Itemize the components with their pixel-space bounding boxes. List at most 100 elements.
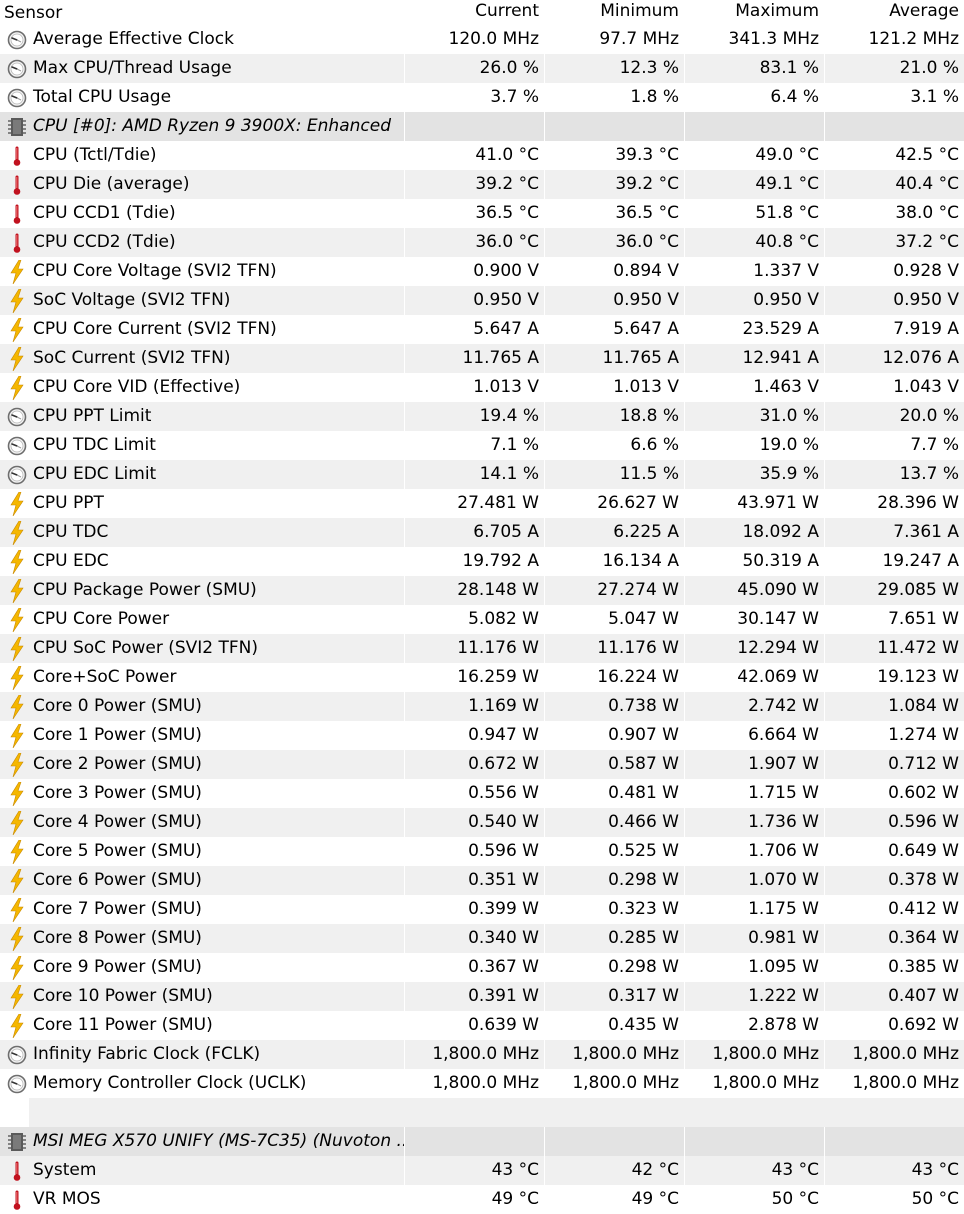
sensor-row[interactable]: Core 1 Power (SMU) 0.947 W 0.907 W 6.664 W 1…	[0, 721, 964, 750]
sensor-group-label: MSI MEG X570 UNIFY (MS-7C35) (Nuvoton ..…	[33, 1131, 405, 1151]
sensor-minimum-value: 11.765 A	[545, 344, 685, 373]
sensor-minimum-value: 39.3 °C	[545, 141, 685, 170]
column-header-minimum[interactable]: Minimum	[545, 0, 685, 25]
sensor-current-value: 11.765 A	[405, 344, 545, 373]
sensor-average-value: 1,800.0 MHz	[825, 1040, 964, 1069]
sensor-row[interactable]: Core 11 Power (SMU) 0.639 W 0.435 W 2.878 W…	[0, 1011, 964, 1040]
sensor-row[interactable]: CPU Core Current (SVI2 TFN) 5.647 A 5.647 …	[0, 315, 964, 344]
sensor-group-label: CPU [#0]: AMD Ryzen 9 3900X: Enhanced	[33, 116, 391, 136]
sensor-row[interactable]: Average Effective Clock 120.0 MHz 97.7 MHz…	[0, 25, 964, 54]
sensor-row[interactable]: CPU TDC 6.705 A 6.225 A 18.092 A 7.361 A	[0, 518, 964, 547]
sensor-row[interactable]: CPU PPT 27.481 W 26.627 W 43.971 W 28.396 W	[0, 489, 964, 518]
sensor-row[interactable]: Total CPU Usage 3.7 % 1.8 % 6.4 % 3.1 %	[0, 83, 964, 112]
sensor-row[interactable]: CPU CCD2 (Tdie) 36.0 °C 36.0 °C 40.8 °C 37.2…	[0, 228, 964, 257]
sensor-row[interactable]: CPU EDC 19.792 A 16.134 A 50.319 A 19.247 A	[0, 547, 964, 576]
sensor-current-value: 0.367 W	[405, 953, 545, 982]
column-header-maximum[interactable]: Maximum	[685, 0, 825, 25]
sensor-row[interactable]: Max CPU/Thread Usage 26.0 % 12.3 % 83.1 % 21…	[0, 54, 964, 83]
sensor-maximum-value: 40.8 °C	[685, 228, 825, 257]
sensor-name-cell: VR MOS	[0, 1185, 405, 1214]
sensor-row[interactable]: Core 8 Power (SMU) 0.340 W 0.285 W 0.981 W0…	[0, 924, 964, 953]
sensor-maximum-value: 23.529 A	[685, 315, 825, 344]
sensor-row[interactable]: Infinity Fabric Clock (FCLK) 1,800.0 MHz 1…	[0, 1040, 964, 1069]
column-header-row: Sensor Current Minimum Maximum Average	[0, 0, 964, 25]
sensor-name-cell: CPU EDC	[0, 547, 405, 576]
sensor-maximum-value: 12.941 A	[685, 344, 825, 373]
bolt-icon	[6, 288, 28, 313]
sensor-average-value: 0.692 W	[888, 1015, 959, 1035]
sensor-maximum-value: 1.463 V	[685, 373, 825, 402]
sensor-minimum-value: 26.627 W	[545, 489, 685, 518]
sensor-name: Core 4 Power (SMU)	[33, 812, 202, 832]
sensor-name-cell: SoC Current (SVI2 TFN)	[0, 344, 405, 373]
sensor-row[interactable]: Core 4 Power (SMU) 0.540 W 0.466 W 1.736 W0…	[0, 808, 964, 837]
column-header-current[interactable]: Current	[405, 0, 545, 25]
sensor-group-row[interactable]: MSI MEG X570 UNIFY (MS-7C35) (Nuvoton ..…	[0, 1127, 964, 1156]
bolt-icon	[6, 694, 28, 719]
sensor-minimum-value: 36.0 °C	[545, 228, 685, 257]
sensor-average-value: 1.274 W	[888, 725, 959, 745]
sensor-row[interactable]: CPU PPT Limit 19.4 % 18.8 % 31.0 % 20.0 %	[0, 402, 964, 431]
sensor-maximum-value: 30.147 W	[685, 605, 825, 634]
sensor-current-value: 36.0 °C	[405, 228, 545, 257]
sensor-row[interactable]: CPU Die (average) 39.2 °C 39.2 °C 49.1 °C 40…	[0, 170, 964, 199]
sensor-row[interactable]: Core 5 Power (SMU) 0.596 W 0.525 W 1.706 W 0…	[0, 837, 964, 866]
sensor-row[interactable]: CPU Package Power (SMU) 28.148 W 27.274 W4…	[0, 576, 964, 605]
bolt-icon	[6, 491, 28, 516]
sensor-average-value: 121.2 MHz	[868, 29, 959, 49]
sensor-name: CPU Die (average)	[33, 174, 190, 194]
chip-icon	[6, 116, 28, 138]
sensor-minimum-value: 36.5 °C	[545, 199, 685, 228]
sensor-maximum-value: 42.069 W	[685, 663, 825, 692]
sensor-row[interactable]: CPU (Tctl/Tdie) 41.0 °C 39.3 °C 49.0 °C 42.5…	[0, 141, 964, 170]
sensor-minimum-value: 0.285 W	[545, 924, 685, 953]
sensor-row[interactable]: CPU SoC Power (SVI2 TFN) 11.176 W 11.176 W…	[0, 634, 964, 663]
bolt-icon	[6, 1013, 28, 1038]
sensor-average-value: 0.649 W	[888, 841, 959, 861]
sensor-average-value: 13.7 %	[825, 460, 964, 489]
sensor-current-value: 120.0 MHz	[405, 25, 545, 54]
sensor-row[interactable]: CPU TDC Limit 7.1 % 6.6 % 19.0 % 7.7 %	[0, 431, 964, 460]
sensor-row[interactable]: Core 0 Power (SMU) 1.169 W 0.738 W 2.742 W1…	[0, 692, 964, 721]
sensor-row[interactable]: CPU Core VID (Effective) 1.013 V 1.013 V 1.…	[0, 373, 964, 402]
thermometer-icon	[6, 232, 28, 254]
sensor-row[interactable]: Core 9 Power (SMU) 0.367 W 0.298 W 1.095 W 0…	[0, 953, 964, 982]
sensor-row[interactable]: Core 2 Power (SMU) 0.672 W 0.587 W 1.907 W0…	[0, 750, 964, 779]
bolt-icon	[6, 520, 28, 545]
sensor-row[interactable]: CPU Core Voltage (SVI2 TFN) 0.900 V 0.894 …	[0, 257, 964, 286]
sensor-maximum-value: 43.971 W	[685, 489, 825, 518]
sensor-current-value: 11.176 W	[405, 634, 545, 663]
sensor-row[interactable]: Core 3 Power (SMU) 0.556 W 0.481 W 1.715 W 0…	[0, 779, 964, 808]
sensor-row[interactable]: Core 7 Power (SMU) 0.399 W 0.323 W 1.175 W 0…	[0, 895, 964, 924]
sensor-current-value: 0.391 W	[405, 982, 545, 1011]
sensor-minimum-value: 1.013 V	[545, 373, 685, 402]
sensor-current-value: 16.259 W	[405, 663, 545, 692]
sensor-maximum-value	[685, 112, 825, 141]
sensor-row[interactable]: Core+SoC Power 16.259 W 16.224 W 42.069 W 19…	[0, 663, 964, 692]
sensor-row[interactable]: CPU EDC Limit 14.1 % 11.5 % 35.9 % 13.7 %	[0, 460, 964, 489]
sensor-group-row[interactable]: CPU [#0]: AMD Ryzen 9 3900X: Enhanced	[0, 112, 964, 141]
sensor-row[interactable]: SoC Voltage (SVI2 TFN) 0.950 V 0.950 V 0.95…	[0, 286, 964, 315]
sensor-name: CPU (Tctl/Tdie)	[33, 145, 157, 165]
column-header-sensor[interactable]: Sensor	[0, 0, 405, 25]
sensor-name: Core 5 Power (SMU)	[33, 841, 202, 861]
sensor-name-cell: CPU [#0]: AMD Ryzen 9 3900X: Enhanced	[0, 112, 405, 141]
column-header-average[interactable]: Average	[825, 0, 964, 25]
sensor-row[interactable]: SoC Current (SVI2 TFN) 11.765 A 11.765 A 12…	[0, 344, 964, 373]
sensor-average-value: 50 °C	[911, 1189, 959, 1209]
sensor-current-value: 41.0 °C	[405, 141, 545, 170]
sensor-row[interactable]: Memory Controller Clock (UCLK) 1,800.0 MH…	[0, 1069, 964, 1098]
sensor-current-value: 3.7 %	[405, 83, 545, 112]
sensor-current-value: 1.169 W	[405, 692, 545, 721]
bolt-icon	[6, 868, 28, 893]
sensor-row[interactable]: Core 6 Power (SMU) 0.351 W 0.298 W 1.070 W0…	[0, 866, 964, 895]
sensor-row[interactable]: CPU Core Power 5.082 W 5.047 W 30.147 W 7.65…	[0, 605, 964, 634]
bolt-icon	[6, 607, 28, 632]
bolt-icon	[6, 955, 28, 980]
sensor-row[interactable]: CPU CCD1 (Tdie) 36.5 °C 36.5 °C 51.8 °C 38.0…	[0, 199, 964, 228]
sensor-row[interactable]: Core 10 Power (SMU) 0.391 W 0.317 W 1.222 W…	[0, 982, 964, 1011]
sensor-row[interactable]: VR MOS 49 °C 49 °C 50 °C 50 °C	[0, 1185, 964, 1214]
sensor-current-value: 49 °C	[405, 1185, 545, 1214]
sensor-average-value: 0.412 W	[888, 899, 959, 919]
sensor-row[interactable]: System 43 °C 42 °C 43 °C 43 °C	[0, 1156, 964, 1185]
